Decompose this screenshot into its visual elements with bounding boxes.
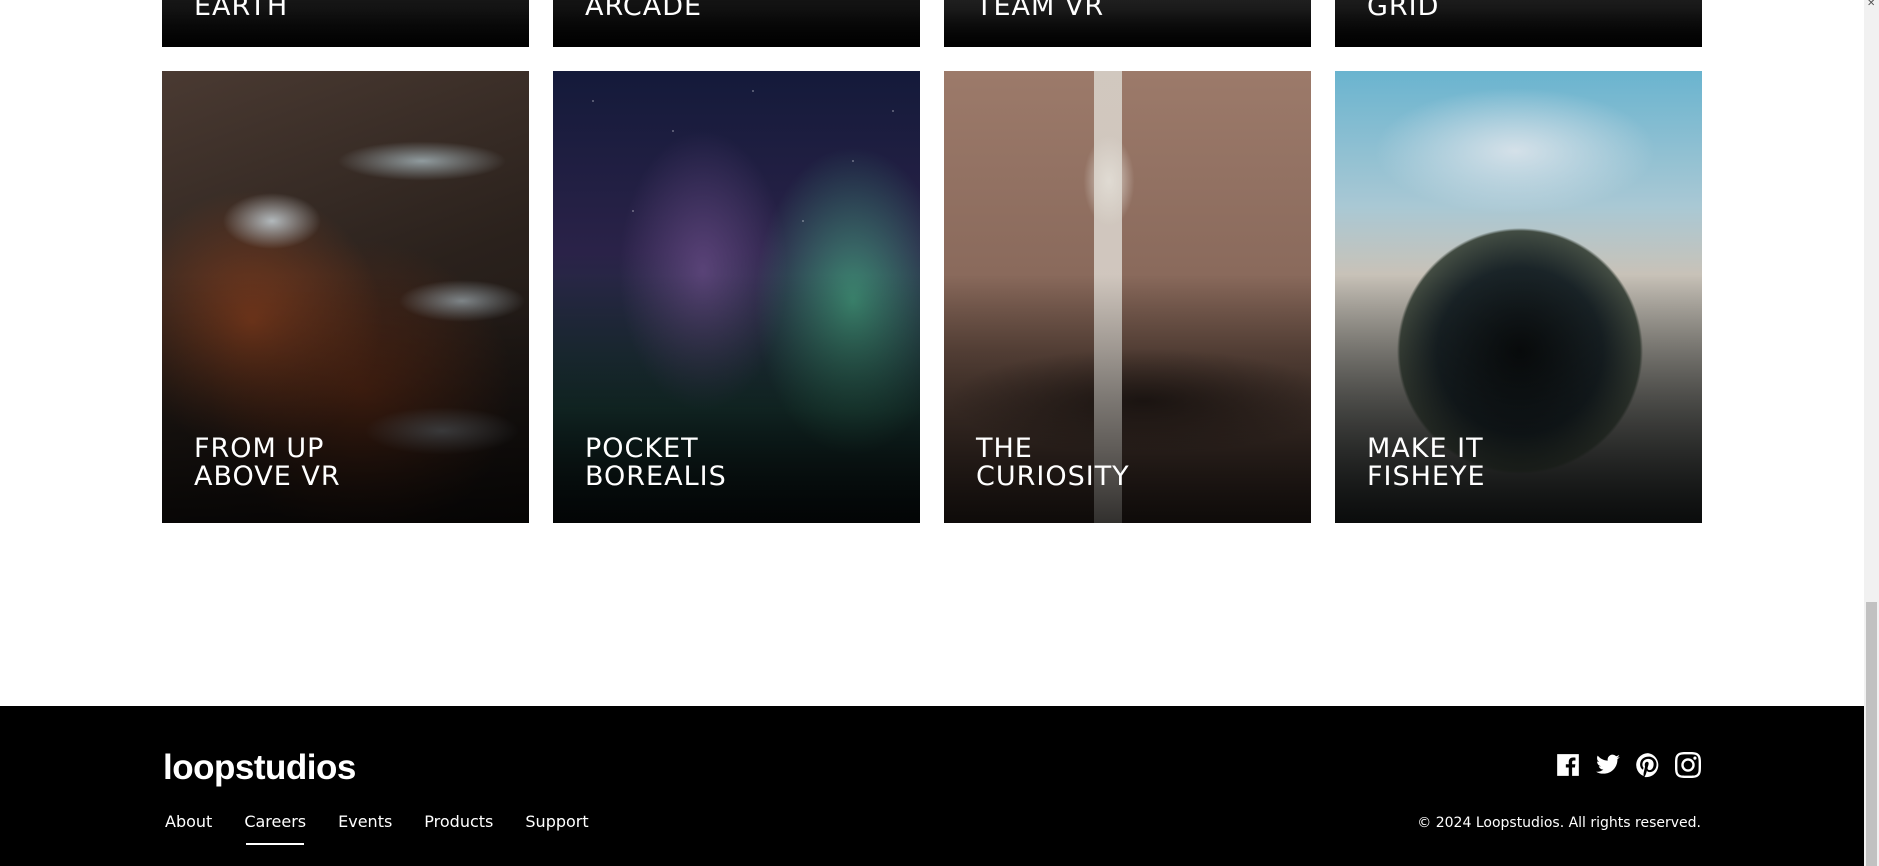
creation-title: EARTH xyxy=(194,0,289,22)
creation-card-from-up-above-vr[interactable]: FROM UP ABOVE VR xyxy=(162,71,529,523)
creation-title: MAKE IT FISHEYE xyxy=(1367,433,1486,492)
footer-link-careers[interactable]: Careers xyxy=(244,812,306,845)
footer-link-events[interactable]: Events xyxy=(338,812,392,839)
creation-card-make-it-fisheye[interactable]: MAKE IT FISHEYE xyxy=(1335,71,1702,523)
creation-title: GRID xyxy=(1367,0,1440,22)
creation-card-arcade[interactable]: ARCADE xyxy=(553,0,920,47)
footer-link-about[interactable]: About xyxy=(165,812,212,839)
creation-card-grid[interactable]: GRID xyxy=(1335,0,1702,47)
creation-title: ARCADE xyxy=(585,0,703,22)
creation-title: THE CURIOSITY xyxy=(976,433,1130,492)
creation-title: FROM UP ABOVE VR xyxy=(194,433,341,492)
twitter-icon[interactable] xyxy=(1595,752,1621,778)
creation-card-earth[interactable]: EARTH xyxy=(162,0,529,47)
copyright-text: © 2024 Loopstudios. All rights reserved. xyxy=(1417,815,1701,831)
footer-nav: About Careers Events Products Support xyxy=(165,812,589,845)
footer-link-products[interactable]: Products xyxy=(424,812,493,839)
creation-title: POCKET BOREALIS xyxy=(585,433,727,492)
pinterest-icon[interactable] xyxy=(1635,752,1661,778)
footer-logo[interactable]: loopstudios xyxy=(163,748,356,788)
page-scrollbar[interactable]: ✕ xyxy=(1864,0,1879,866)
social-links xyxy=(1555,752,1701,778)
creation-card-team-vr[interactable]: TEAM VR xyxy=(944,0,1311,47)
page: EARTH ARCADE TEAM VR GRID FROM UP ABOVE … xyxy=(0,0,1864,866)
creation-card-the-curiosity[interactable]: THE CURIOSITY xyxy=(944,71,1311,523)
creation-title: TEAM VR xyxy=(976,0,1105,22)
scrollbar-thumb[interactable] xyxy=(1866,602,1877,866)
footer-link-support[interactable]: Support xyxy=(525,812,588,839)
scroll-up-arrow-icon[interactable]: ✕ xyxy=(1867,0,1875,9)
creation-card-pocket-borealis[interactable]: POCKET BOREALIS xyxy=(553,71,920,523)
facebook-icon[interactable] xyxy=(1555,752,1581,778)
instagram-icon[interactable] xyxy=(1675,752,1701,778)
site-footer: loopstudios About Careers Events Product… xyxy=(0,706,1864,866)
